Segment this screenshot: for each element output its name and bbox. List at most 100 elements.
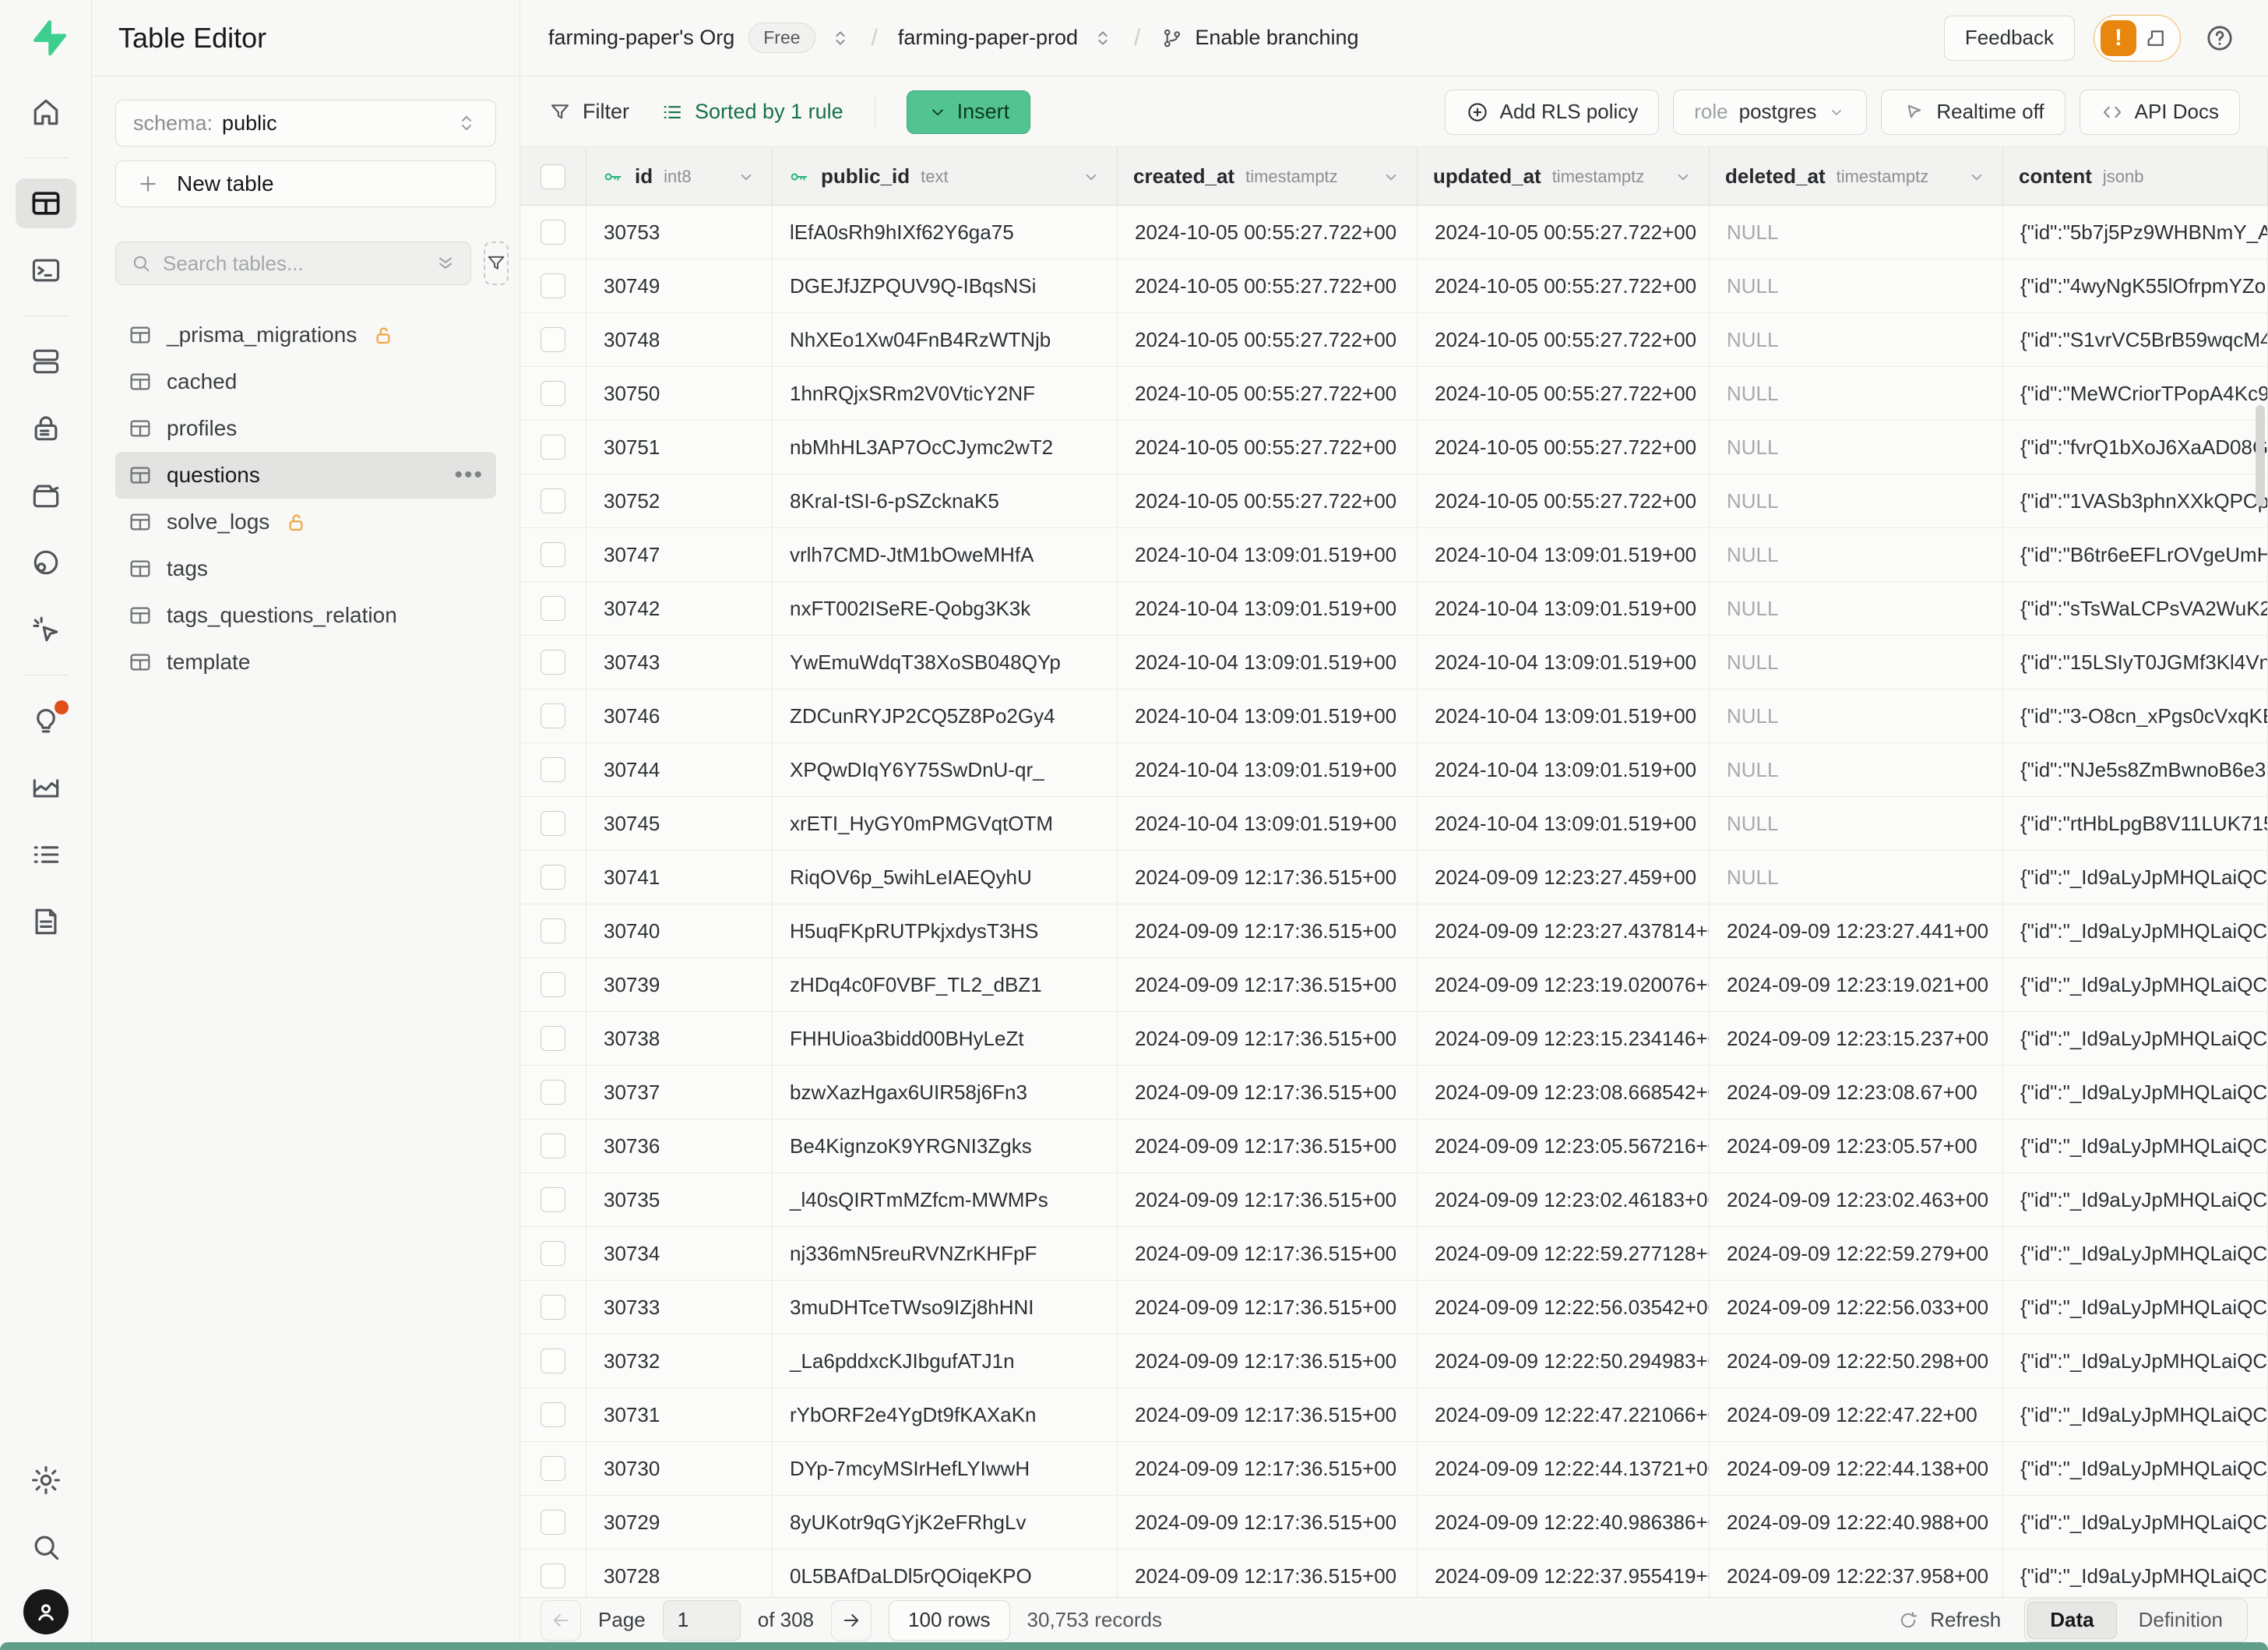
cell-created_at[interactable]: 2024-10-04 13:09:01.519+00 [1118,582,1418,635]
cell-created_at[interactable]: 2024-10-05 00:55:27.722+00 [1118,421,1418,474]
cell-deleted_at[interactable]: 2024-09-09 12:22:37.958+00 [1710,1550,2003,1597]
cell-created_at[interactable]: 2024-10-05 00:55:27.722+00 [1118,259,1418,312]
cell-updated_at[interactable]: 2024-09-09 12:23:05.567216+00 [1418,1119,1710,1172]
cell-content[interactable]: {"id":"_Id9aLyJpMHQLaiQC [2003,1550,2268,1597]
cell-updated_at[interactable]: 2024-10-04 13:09:01.519+00 [1418,689,1710,742]
row-checkbox[interactable] [541,381,565,406]
nav-settings[interactable] [16,1455,76,1505]
column-menu-icon[interactable] [1381,167,1401,187]
cell-public_id[interactable]: rYbORF2e4YgDt9fKAXaKn [773,1388,1118,1441]
cell-updated_at[interactable]: 2024-10-04 13:09:01.519+00 [1418,636,1710,689]
cell-id[interactable]: 30736 [586,1119,773,1172]
cell-deleted_at[interactable]: NULL [1710,797,2003,850]
cell-updated_at[interactable]: 2024-09-09 12:22:47.221066+00 [1418,1388,1710,1441]
cell-id[interactable]: 30753 [586,206,773,259]
nav-advisors[interactable] [16,696,76,746]
cell-updated_at[interactable]: 2024-09-09 12:23:08.668542+00 [1418,1066,1710,1119]
row-checkbox[interactable] [541,703,565,728]
cell-id[interactable]: 30745 [586,797,773,850]
cell-content[interactable]: {"id":"_Id9aLyJpMHQLaiQC [2003,1442,2268,1495]
column-header-deleted_at[interactable]: deleted_attimestamptz [1710,148,2003,205]
refresh-button[interactable]: Refresh [1897,1608,2001,1632]
cell-created_at[interactable]: 2024-10-04 13:09:01.519+00 [1118,797,1418,850]
next-page-button[interactable] [831,1600,872,1641]
row-checkbox[interactable] [541,220,565,245]
supabase-logo-icon[interactable] [26,17,66,58]
row-checkbox[interactable] [541,596,565,621]
cell-created_at[interactable]: 2024-09-09 12:17:36.515+00 [1118,1496,1418,1549]
nav-api-docs[interactable] [16,897,76,947]
cell-deleted_at[interactable]: NULL [1710,206,2003,259]
breadcrumb-project[interactable]: farming-paper-prod [898,26,1078,50]
cell-id[interactable]: 30740 [586,904,773,957]
row-checkbox[interactable] [541,972,565,997]
cell-content[interactable]: {"id":"_Id9aLyJpMHQLaiQC [2003,1119,2268,1172]
cell-created_at[interactable]: 2024-09-09 12:17:36.515+00 [1118,1334,1418,1387]
cell-id[interactable]: 30748 [586,313,773,366]
row-checkbox[interactable] [541,1080,565,1105]
cell-public_id[interactable]: DYp-7mcyMSIrHefLYIwwH [773,1442,1118,1495]
cell-created_at[interactable]: 2024-10-04 13:09:01.519+00 [1118,528,1418,581]
schema-select[interactable]: schema: public [115,100,496,146]
nav-search[interactable] [16,1522,76,1572]
cell-deleted_at[interactable]: 2024-09-09 12:22:56.033+00 [1710,1281,2003,1334]
cell-created_at[interactable]: 2024-10-04 13:09:01.519+00 [1118,743,1418,796]
nav-sql-editor[interactable] [16,245,76,295]
rows-per-page-button[interactable]: 100 rows [889,1600,1010,1641]
cell-created_at[interactable]: 2024-09-09 12:17:36.515+00 [1118,958,1418,1011]
cell-updated_at[interactable]: 2024-09-09 12:22:37.955419+00 [1418,1550,1710,1597]
cell-content[interactable]: {"id":"4wyNgK55lOfrpmYZo [2003,259,2268,312]
cell-deleted_at[interactable]: NULL [1710,743,2003,796]
cell-content[interactable]: {"id":"3-O8cn_xPgs0cVxqKE [2003,689,2268,742]
row-checkbox[interactable] [541,542,565,567]
nav-home[interactable] [16,87,76,137]
row-checkbox[interactable] [541,488,565,513]
cell-public_id[interactable]: XPQwDIqY6Y75SwDnU-qr_ [773,743,1118,796]
cell-id[interactable]: 30742 [586,582,773,635]
cell-created_at[interactable]: 2024-09-09 12:17:36.515+00 [1118,1281,1418,1334]
cell-content[interactable]: {"id":"_Id9aLyJpMHQLaiQC [2003,1066,2268,1119]
cell-public_id[interactable]: 0L5BAfDaLDl5rQOiqeKPO [773,1550,1118,1597]
cell-public_id[interactable]: 3muDHTceTWso9IZj8hHNI [773,1281,1118,1334]
column-menu-icon[interactable] [1673,167,1693,187]
cell-deleted_at[interactable]: 2024-09-09 12:23:27.441+00 [1710,904,2003,957]
cell-updated_at[interactable]: 2024-09-09 12:23:19.020076+00 [1418,958,1710,1011]
user-avatar[interactable] [23,1589,69,1634]
feedback-button[interactable]: Feedback [1944,16,2075,61]
cell-created_at[interactable]: 2024-09-09 12:17:36.515+00 [1118,1119,1418,1172]
cell-created_at[interactable]: 2024-10-04 13:09:01.519+00 [1118,689,1418,742]
cell-public_id[interactable]: DGEJfJZPQUV9Q-IBqsNSi [773,259,1118,312]
cell-created_at[interactable]: 2024-09-09 12:17:36.515+00 [1118,1012,1418,1065]
row-checkbox[interactable] [541,1026,565,1051]
sort-button[interactable]: Sorted by 1 rule [660,100,843,124]
row-checkbox[interactable] [541,918,565,943]
nav-table-editor[interactable] [16,178,76,228]
cell-content[interactable]: {"id":"B6tr6eEFLrOVgeUmH [2003,528,2268,581]
cell-public_id[interactable]: ZDCunRYJP2CQ5Z8Po2Gy4 [773,689,1118,742]
sidebar-table-_prisma_migrations[interactable]: _prisma_migrations [115,312,496,358]
row-checkbox[interactable] [541,865,565,890]
cell-id[interactable]: 30741 [586,851,773,904]
notifications-button[interactable]: ! [2094,15,2181,62]
cell-created_at[interactable]: 2024-10-05 00:55:27.722+00 [1118,313,1418,366]
new-table-button[interactable]: New table [115,160,496,207]
cell-id[interactable]: 30735 [586,1173,773,1226]
realtime-toggle-button[interactable]: Realtime off [1881,90,2065,135]
row-checkbox[interactable] [541,1564,565,1588]
cell-updated_at[interactable]: 2024-09-09 12:23:02.46183+00 [1418,1173,1710,1226]
cell-content[interactable]: {"id":"_Id9aLyJpMHQLaiQC [2003,851,2268,904]
cell-content[interactable]: {"id":"sTsWaLCPsVA2WuK2 [2003,582,2268,635]
cell-id[interactable]: 30732 [586,1334,773,1387]
cell-public_id[interactable]: 1hnRQjxSRm2V0VticY2NF [773,367,1118,420]
cell-public_id[interactable]: nj336mN5reuRVNZrKHFpF [773,1227,1118,1280]
nav-edge-functions[interactable] [16,538,76,587]
row-checkbox[interactable] [541,1187,565,1212]
cell-id[interactable]: 30739 [586,958,773,1011]
column-header-id[interactable]: idint8 [586,148,773,205]
sidebar-table-tags_questions_relation[interactable]: tags_questions_relation [115,592,496,639]
cell-deleted_at[interactable]: NULL [1710,528,2003,581]
sidebar-table-profiles[interactable]: profiles [115,405,496,452]
cell-created_at[interactable]: 2024-09-09 12:17:36.515+00 [1118,851,1418,904]
add-rls-policy-button[interactable]: Add RLS policy [1445,90,1660,135]
row-checkbox[interactable] [541,273,565,298]
